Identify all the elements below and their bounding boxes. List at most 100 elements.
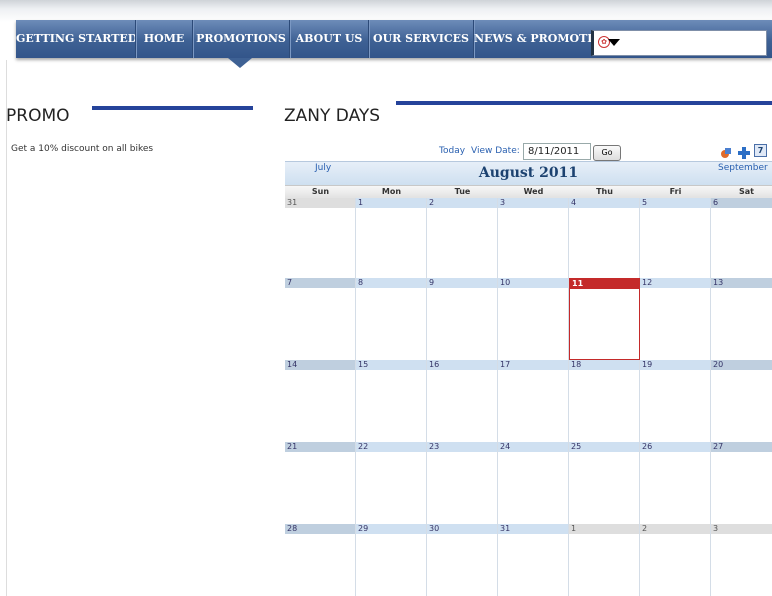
- day-cell[interactable]: 22: [356, 442, 427, 524]
- today-link[interactable]: Today: [439, 146, 465, 156]
- day-number[interactable]: 12: [640, 278, 710, 288]
- active-tab-pointer: [228, 58, 252, 68]
- calendar-grid: 31 1 2 3 4 5 6 7 8 9 10 11 12 13 14 15 16 17 18 19 20 21 22 23 2…: [285, 198, 772, 596]
- go-button[interactable]: Go: [593, 145, 621, 161]
- nav-tab-news-promotions[interactable]: NEWS & PROMOTIONS: [474, 20, 598, 58]
- day-cell[interactable]: 28: [285, 524, 356, 596]
- day-number[interactable]: 23: [427, 442, 497, 452]
- promo-text: Get a 10% discount on all bikes: [11, 144, 154, 154]
- day-cell[interactable]: 13: [711, 278, 772, 360]
- day-cell[interactable]: 17: [498, 360, 569, 442]
- day-number[interactable]: 19: [640, 360, 710, 370]
- day-cell[interactable]: 7: [285, 278, 356, 360]
- dow-mon: Mon: [381, 187, 402, 196]
- day-cell[interactable]: 26: [640, 442, 711, 524]
- day-cell[interactable]: 31: [498, 524, 569, 596]
- day-number[interactable]: 30: [427, 524, 497, 534]
- day-number[interactable]: 2: [640, 524, 710, 534]
- day-cell[interactable]: 11: [569, 278, 640, 360]
- nav-tab-about-us[interactable]: ABOUT US: [290, 20, 369, 58]
- day-number[interactable]: 31: [285, 198, 355, 208]
- day-number[interactable]: 1: [356, 198, 426, 208]
- day-cell[interactable]: 23: [427, 442, 498, 524]
- dow-fri: Fri: [669, 187, 682, 196]
- day-number[interactable]: 4: [569, 198, 639, 208]
- day-number[interactable]: 11: [570, 279, 639, 289]
- day-cell[interactable]: 1: [569, 524, 640, 596]
- day-cell[interactable]: 6: [711, 198, 772, 278]
- day-number[interactable]: 17: [498, 360, 568, 370]
- calendar-header: July August 2011 September: [285, 161, 772, 186]
- day-number[interactable]: 27: [711, 442, 772, 452]
- day-number[interactable]: 21: [285, 442, 355, 452]
- day-cell[interactable]: 19: [640, 360, 711, 442]
- add-icon[interactable]: [738, 144, 750, 159]
- day-cell[interactable]: 20: [711, 360, 772, 442]
- week-view-icon[interactable]: 7: [754, 144, 767, 157]
- day-number[interactable]: 13: [711, 278, 772, 288]
- dow-sat: Sat: [739, 187, 754, 196]
- days-of-week-row: Sun Mon Tue Wed Thu Fri Sat: [285, 185, 772, 199]
- day-number[interactable]: 22: [356, 442, 426, 452]
- day-cell[interactable]: 25: [569, 442, 640, 524]
- day-cell[interactable]: 3: [498, 198, 569, 278]
- day-number[interactable]: 16: [427, 360, 497, 370]
- promo-title-underline: [92, 106, 253, 110]
- day-number[interactable]: 9: [427, 278, 497, 288]
- day-cell[interactable]: 18: [569, 360, 640, 442]
- day-number[interactable]: 20: [711, 360, 772, 370]
- day-cell[interactable]: 9: [427, 278, 498, 360]
- nav-tab-our-services[interactable]: OUR SERVICES: [369, 20, 474, 58]
- day-number[interactable]: 1: [569, 524, 639, 534]
- day-number[interactable]: 18: [569, 360, 639, 370]
- day-cell[interactable]: 21: [285, 442, 356, 524]
- dow-tue: Tue: [454, 187, 471, 196]
- day-number[interactable]: 5: [640, 198, 710, 208]
- day-number[interactable]: 7: [285, 278, 355, 288]
- day-number[interactable]: 10: [498, 278, 568, 288]
- day-cell[interactable]: 27: [711, 442, 772, 524]
- day-number[interactable]: 31: [498, 524, 568, 534]
- day-number[interactable]: 6: [711, 198, 772, 208]
- nav-tab-promotions[interactable]: PROMOTIONS: [193, 20, 290, 58]
- promo-title: PROMO: [6, 106, 70, 126]
- chevron-down-icon[interactable]: [608, 39, 620, 46]
- day-cell[interactable]: 15: [356, 360, 427, 442]
- day-cell[interactable]: 14: [285, 360, 356, 442]
- day-cell[interactable]: 16: [427, 360, 498, 442]
- day-cell[interactable]: 2: [640, 524, 711, 596]
- left-border: [6, 60, 7, 596]
- next-month-link[interactable]: September: [718, 163, 768, 173]
- day-number[interactable]: 15: [356, 360, 426, 370]
- day-cell[interactable]: 24: [498, 442, 569, 524]
- export-icon[interactable]: [720, 144, 732, 158]
- calendar-toolbar: Today View Date: Go 7: [285, 143, 772, 161]
- day-cell[interactable]: 12: [640, 278, 711, 360]
- dow-sun: Sun: [311, 187, 330, 196]
- day-number[interactable]: 2: [427, 198, 497, 208]
- day-cell[interactable]: 8: [356, 278, 427, 360]
- day-number[interactable]: 28: [285, 524, 355, 534]
- day-number[interactable]: 3: [498, 198, 568, 208]
- nav-tab-getting-started[interactable]: GETTING STARTED: [16, 20, 136, 58]
- day-cell[interactable]: 31: [285, 198, 356, 278]
- view-date-input[interactable]: [523, 143, 591, 160]
- day-cell[interactable]: 2: [427, 198, 498, 278]
- day-number[interactable]: 3: [711, 524, 772, 534]
- day-cell[interactable]: 4: [569, 198, 640, 278]
- dow-wed: Wed: [523, 187, 544, 196]
- nav-tab-home[interactable]: HOME: [136, 20, 193, 58]
- day-number[interactable]: 25: [569, 442, 639, 452]
- day-number[interactable]: 14: [285, 360, 355, 370]
- day-number[interactable]: 8: [356, 278, 426, 288]
- day-cell[interactable]: 5: [640, 198, 711, 278]
- day-number[interactable]: 29: [356, 524, 426, 534]
- day-cell[interactable]: 10: [498, 278, 569, 360]
- day-cell[interactable]: 30: [427, 524, 498, 596]
- day-number[interactable]: 26: [640, 442, 710, 452]
- day-cell[interactable]: 3: [711, 524, 772, 596]
- language-selector[interactable]: ✿: [591, 30, 767, 56]
- day-cell[interactable]: 29: [356, 524, 427, 596]
- day-cell[interactable]: 1: [356, 198, 427, 278]
- day-number[interactable]: 24: [498, 442, 568, 452]
